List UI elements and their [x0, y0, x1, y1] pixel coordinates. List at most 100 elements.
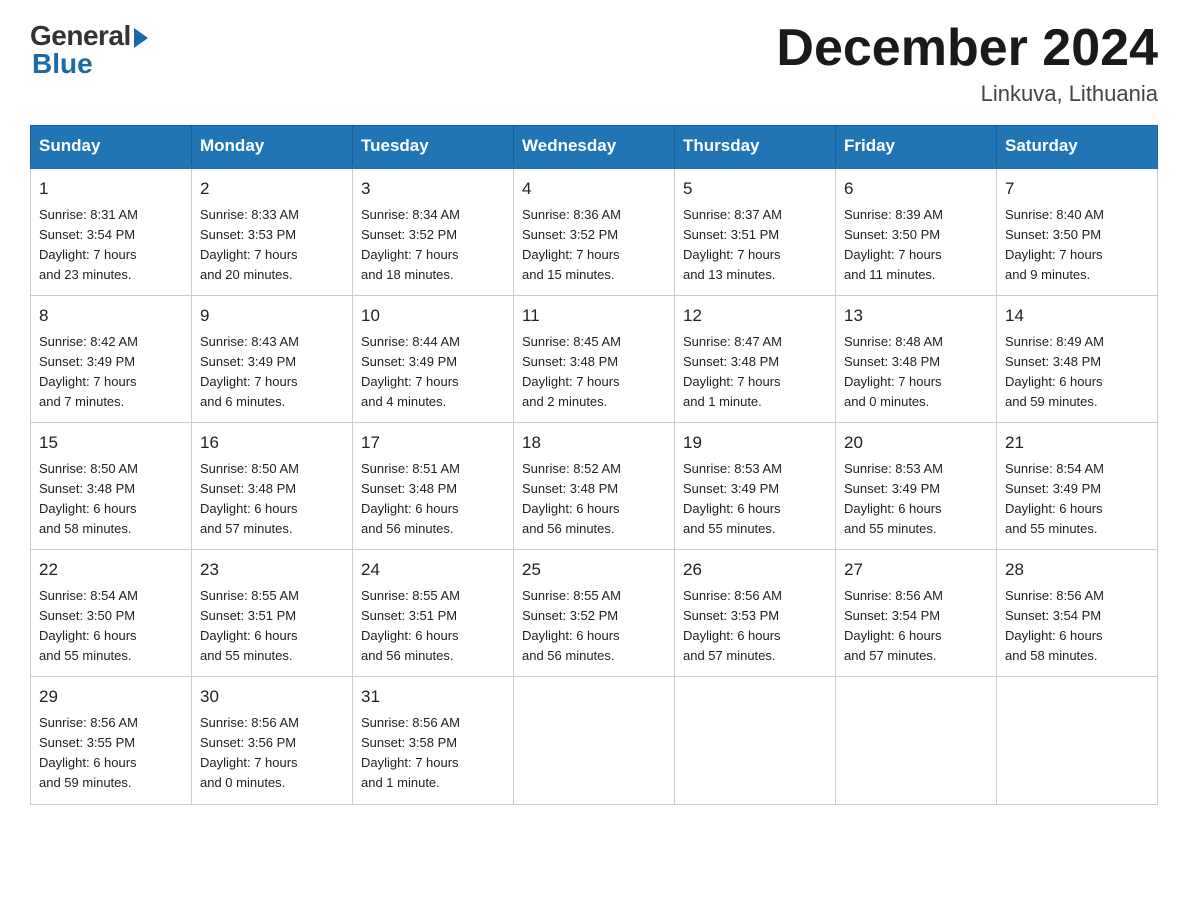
- day-number: 6: [844, 176, 988, 202]
- day-number: 12: [683, 303, 827, 329]
- day-info: Sunrise: 8:43 AM Sunset: 3:49 PM Dayligh…: [200, 332, 344, 413]
- page-header: General Blue December 2024 Linkuva, Lith…: [30, 20, 1158, 107]
- calendar-header-thursday: Thursday: [675, 126, 836, 168]
- calendar-cell: 18 Sunrise: 8:52 AM Sunset: 3:48 PM Dayli…: [514, 423, 675, 550]
- calendar-cell: 19 Sunrise: 8:53 AM Sunset: 3:49 PM Dayli…: [675, 423, 836, 550]
- day-info: Sunrise: 8:33 AM Sunset: 3:53 PM Dayligh…: [200, 205, 344, 286]
- day-number: 30: [200, 684, 344, 710]
- title-block: December 2024 Linkuva, Lithuania: [776, 20, 1158, 107]
- calendar-cell: 23 Sunrise: 8:55 AM Sunset: 3:51 PM Dayli…: [192, 550, 353, 677]
- day-info: Sunrise: 8:42 AM Sunset: 3:49 PM Dayligh…: [39, 332, 183, 413]
- calendar-cell: 13Sunrise: 8:48 AM Sunset: 3:48 PM Dayli…: [836, 296, 997, 423]
- day-number: 3: [361, 176, 505, 202]
- calendar-header-sunday: Sunday: [31, 126, 192, 168]
- day-info: Sunrise: 8:48 AM Sunset: 3:48 PM Dayligh…: [844, 332, 988, 413]
- day-number: 22: [39, 557, 183, 583]
- day-number: 5: [683, 176, 827, 202]
- calendar-cell: 28 Sunrise: 8:56 AM Sunset: 3:54 PM Dayli…: [997, 550, 1158, 677]
- calendar-week-row: 8 Sunrise: 8:42 AM Sunset: 3:49 PM Daylig…: [31, 296, 1158, 423]
- calendar-cell: 6 Sunrise: 8:39 AM Sunset: 3:50 PM Daylig…: [836, 168, 997, 296]
- day-info: Sunrise: 8:52 AM Sunset: 3:48 PM Dayligh…: [522, 459, 666, 540]
- day-info: Sunrise: 8:50 AM Sunset: 3:48 PM Dayligh…: [39, 459, 183, 540]
- day-info: Sunrise: 8:54 AM Sunset: 3:49 PM Dayligh…: [1005, 459, 1149, 540]
- calendar-week-row: 15Sunrise: 8:50 AM Sunset: 3:48 PM Dayli…: [31, 423, 1158, 550]
- calendar-cell: 2 Sunrise: 8:33 AM Sunset: 3:53 PM Daylig…: [192, 168, 353, 296]
- day-info: Sunrise: 8:53 AM Sunset: 3:49 PM Dayligh…: [683, 459, 827, 540]
- calendar-cell: 24 Sunrise: 8:55 AM Sunset: 3:51 PM Dayli…: [353, 550, 514, 677]
- calendar-cell: 27 Sunrise: 8:56 AM Sunset: 3:54 PM Dayli…: [836, 550, 997, 677]
- calendar-cell: 14 Sunrise: 8:49 AM Sunset: 3:48 PM Dayli…: [997, 296, 1158, 423]
- calendar-cell: 9 Sunrise: 8:43 AM Sunset: 3:49 PM Daylig…: [192, 296, 353, 423]
- day-number: 21: [1005, 430, 1149, 456]
- day-info: Sunrise: 8:53 AM Sunset: 3:49 PM Dayligh…: [844, 459, 988, 540]
- day-number: 17: [361, 430, 505, 456]
- day-info: Sunrise: 8:45 AM Sunset: 3:48 PM Dayligh…: [522, 332, 666, 413]
- day-info: Sunrise: 8:39 AM Sunset: 3:50 PM Dayligh…: [844, 205, 988, 286]
- calendar-header-monday: Monday: [192, 126, 353, 168]
- day-number: 18: [522, 430, 666, 456]
- calendar-week-row: 1Sunrise: 8:31 AM Sunset: 3:54 PM Daylig…: [31, 168, 1158, 296]
- day-info: Sunrise: 8:55 AM Sunset: 3:51 PM Dayligh…: [200, 586, 344, 667]
- day-number: 11: [522, 303, 666, 329]
- day-number: 20: [844, 430, 988, 456]
- calendar-cell: 16Sunrise: 8:50 AM Sunset: 3:48 PM Dayli…: [192, 423, 353, 550]
- day-number: 31: [361, 684, 505, 710]
- day-info: Sunrise: 8:56 AM Sunset: 3:54 PM Dayligh…: [1005, 586, 1149, 667]
- day-number: 26: [683, 557, 827, 583]
- calendar-cell: [997, 677, 1158, 804]
- day-info: Sunrise: 8:56 AM Sunset: 3:58 PM Dayligh…: [361, 713, 505, 794]
- day-number: 2: [200, 176, 344, 202]
- location-text: Linkuva, Lithuania: [776, 81, 1158, 107]
- day-number: 19: [683, 430, 827, 456]
- calendar-cell: 30Sunrise: 8:56 AM Sunset: 3:56 PM Dayli…: [192, 677, 353, 804]
- calendar-cell: 8 Sunrise: 8:42 AM Sunset: 3:49 PM Daylig…: [31, 296, 192, 423]
- calendar-cell: 22Sunrise: 8:54 AM Sunset: 3:50 PM Dayli…: [31, 550, 192, 677]
- day-number: 23: [200, 557, 344, 583]
- logo-arrow-icon: [134, 28, 148, 48]
- calendar-cell: 25 Sunrise: 8:55 AM Sunset: 3:52 PM Dayli…: [514, 550, 675, 677]
- day-number: 7: [1005, 176, 1149, 202]
- calendar-header-saturday: Saturday: [997, 126, 1158, 168]
- day-number: 14: [1005, 303, 1149, 329]
- calendar-cell: 17 Sunrise: 8:51 AM Sunset: 3:48 PM Dayli…: [353, 423, 514, 550]
- day-info: Sunrise: 8:50 AM Sunset: 3:48 PM Dayligh…: [200, 459, 344, 540]
- day-number: 27: [844, 557, 988, 583]
- calendar-week-row: 29 Sunrise: 8:56 AM Sunset: 3:55 PM Dayli…: [31, 677, 1158, 804]
- calendar-table: SundayMondayTuesdayWednesdayThursdayFrid…: [30, 125, 1158, 804]
- logo: General Blue: [30, 20, 148, 80]
- month-title: December 2024: [776, 20, 1158, 77]
- day-info: Sunrise: 8:55 AM Sunset: 3:52 PM Dayligh…: [522, 586, 666, 667]
- calendar-cell: 7 Sunrise: 8:40 AM Sunset: 3:50 PM Daylig…: [997, 168, 1158, 296]
- calendar-cell: 11 Sunrise: 8:45 AM Sunset: 3:48 PM Dayli…: [514, 296, 675, 423]
- day-info: Sunrise: 8:49 AM Sunset: 3:48 PM Dayligh…: [1005, 332, 1149, 413]
- calendar-header-row: SundayMondayTuesdayWednesdayThursdayFrid…: [31, 126, 1158, 168]
- day-info: Sunrise: 8:47 AM Sunset: 3:48 PM Dayligh…: [683, 332, 827, 413]
- day-info: Sunrise: 8:55 AM Sunset: 3:51 PM Dayligh…: [361, 586, 505, 667]
- day-number: 10: [361, 303, 505, 329]
- day-number: 25: [522, 557, 666, 583]
- day-number: 4: [522, 176, 666, 202]
- day-number: 28: [1005, 557, 1149, 583]
- day-number: 24: [361, 557, 505, 583]
- day-info: Sunrise: 8:37 AM Sunset: 3:51 PM Dayligh…: [683, 205, 827, 286]
- calendar-week-row: 22Sunrise: 8:54 AM Sunset: 3:50 PM Dayli…: [31, 550, 1158, 677]
- calendar-cell: 26Sunrise: 8:56 AM Sunset: 3:53 PM Dayli…: [675, 550, 836, 677]
- day-info: Sunrise: 8:31 AM Sunset: 3:54 PM Dayligh…: [39, 205, 183, 286]
- calendar-cell: 5 Sunrise: 8:37 AM Sunset: 3:51 PM Daylig…: [675, 168, 836, 296]
- calendar-cell: 10 Sunrise: 8:44 AM Sunset: 3:49 PM Dayli…: [353, 296, 514, 423]
- day-info: Sunrise: 8:34 AM Sunset: 3:52 PM Dayligh…: [361, 205, 505, 286]
- day-info: Sunrise: 8:36 AM Sunset: 3:52 PM Dayligh…: [522, 205, 666, 286]
- day-info: Sunrise: 8:56 AM Sunset: 3:54 PM Dayligh…: [844, 586, 988, 667]
- day-number: 29: [39, 684, 183, 710]
- calendar-cell: 15Sunrise: 8:50 AM Sunset: 3:48 PM Dayli…: [31, 423, 192, 550]
- calendar-cell: 31 Sunrise: 8:56 AM Sunset: 3:58 PM Dayli…: [353, 677, 514, 804]
- day-number: 9: [200, 303, 344, 329]
- day-info: Sunrise: 8:44 AM Sunset: 3:49 PM Dayligh…: [361, 332, 505, 413]
- day-info: Sunrise: 8:51 AM Sunset: 3:48 PM Dayligh…: [361, 459, 505, 540]
- calendar-cell: 1Sunrise: 8:31 AM Sunset: 3:54 PM Daylig…: [31, 168, 192, 296]
- day-number: 8: [39, 303, 183, 329]
- calendar-cell: 20 Sunrise: 8:53 AM Sunset: 3:49 PM Dayli…: [836, 423, 997, 550]
- day-info: Sunrise: 8:40 AM Sunset: 3:50 PM Dayligh…: [1005, 205, 1149, 286]
- calendar-cell: [675, 677, 836, 804]
- day-info: Sunrise: 8:56 AM Sunset: 3:55 PM Dayligh…: [39, 713, 183, 794]
